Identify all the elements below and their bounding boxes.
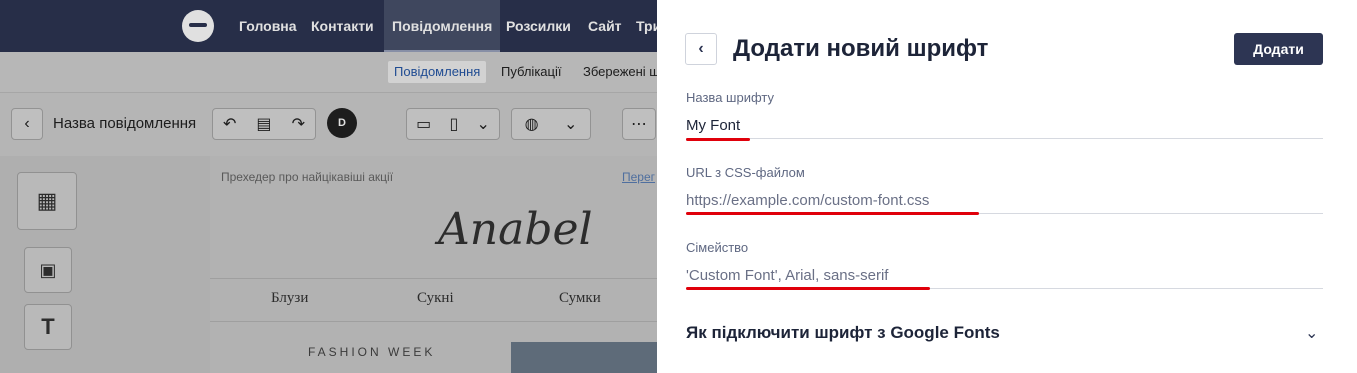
drawer-title: Додати новий шрифт <box>733 35 989 62</box>
highlight-underline <box>686 287 930 290</box>
font-name-label: Назва шрифту <box>686 90 774 105</box>
font-name-input[interactable]: My Font <box>686 117 740 134</box>
css-url-label: URL з CSS-файлом <box>686 165 805 180</box>
add-font-drawer: ‹ Додати новий шрифт Додати Назва шрифту… <box>657 0 1357 373</box>
background-editor: Головна Контакти Повідомлення Розсилки С… <box>0 0 657 373</box>
google-fonts-accordion[interactable]: Як підключити шрифт з Google Fonts <box>686 323 1000 343</box>
css-url-input[interactable]: https://example.com/custom-font.css <box>686 192 929 209</box>
chevron-down-icon[interactable]: ⌄ <box>1305 323 1318 343</box>
back-button[interactable]: ‹ <box>685 33 717 65</box>
modal-overlay[interactable] <box>0 0 657 373</box>
add-button[interactable]: Додати <box>1234 33 1323 65</box>
font-name-underline <box>686 138 1323 139</box>
font-family-input[interactable]: 'Custom Font', Arial, sans-serif <box>686 267 888 284</box>
chevron-left-icon: ‹ <box>698 40 704 57</box>
highlight-underline <box>686 212 979 215</box>
font-family-label: Сімейство <box>686 240 749 255</box>
highlight-underline <box>686 138 750 141</box>
